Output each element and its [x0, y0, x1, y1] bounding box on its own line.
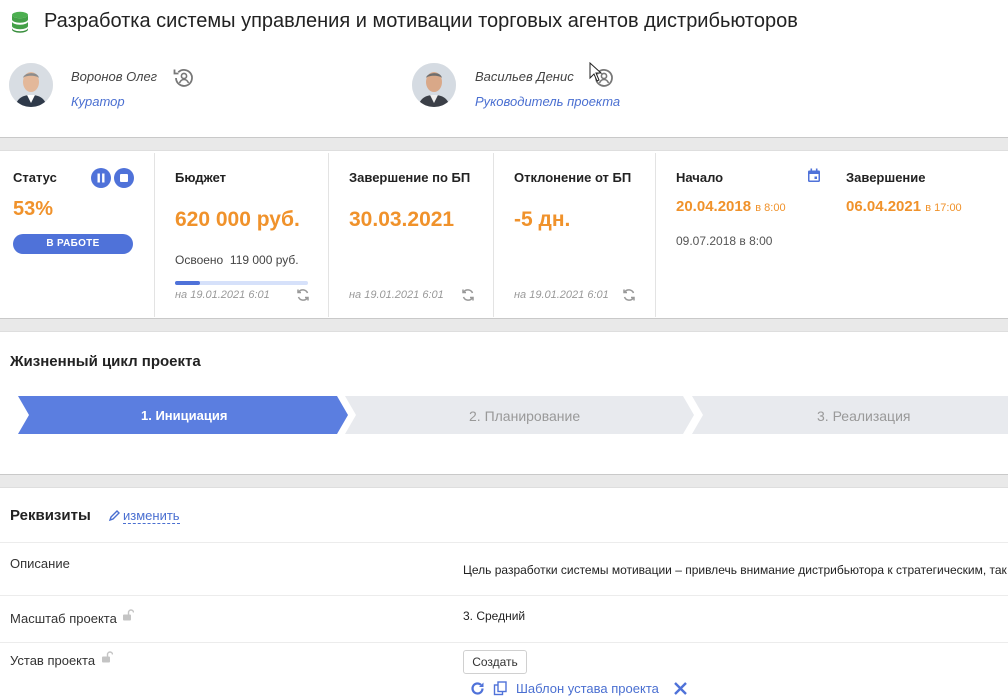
person-role[interactable]: Куратор: [71, 94, 125, 109]
calendar-icon[interactable]: [807, 168, 821, 183]
lifecycle-title: Жизненный цикл проекта: [10, 353, 201, 370]
stop-button[interactable]: [114, 168, 134, 188]
start-secondary: 09.07.2018 в 8:00: [676, 234, 773, 248]
start-value: 20.04.2018 в 8:00: [676, 198, 786, 215]
finish-bp-value: 30.03.2021: [349, 208, 455, 231]
end-date: 06.04.2021: [846, 198, 922, 215]
avatar[interactable]: [9, 63, 53, 107]
refresh-icon[interactable]: [622, 288, 636, 302]
edit-requisites-link[interactable]: изменить: [123, 509, 180, 524]
person-name[interactable]: Васильев Денис: [475, 69, 574, 84]
description-value: Цель разработки системы мотивации – прив…: [463, 563, 1007, 577]
deviation-label: Отклонение от БП: [514, 170, 632, 185]
close-icon[interactable]: [673, 681, 688, 696]
finish-bp-updated: на 19.01.2021 6:01: [349, 289, 444, 301]
stage-label[interactable]: 1. Инициация: [141, 408, 227, 423]
section-separator: [0, 474, 1008, 488]
kpi-divider: [655, 153, 656, 317]
row-divider: [0, 595, 1008, 596]
requisites-title: Реквизиты: [10, 507, 91, 524]
budget-spent-label: Освоено: [175, 253, 224, 267]
page-title: Разработка системы управления и мотиваци…: [44, 10, 798, 32]
section-separator: [0, 137, 1008, 151]
kpi-divider: [154, 153, 155, 317]
stage-label[interactable]: 2. Планирование: [469, 408, 580, 424]
section-separator: [0, 318, 1008, 332]
refresh-icon[interactable]: [296, 288, 310, 302]
person-role[interactable]: Руководитель проекта: [475, 94, 620, 109]
status-label: Статус: [13, 170, 57, 185]
pause-button[interactable]: [91, 168, 111, 188]
lock-icon: [123, 609, 134, 621]
budget-updated: на 19.01.2021 6:01: [175, 289, 270, 301]
deviation-value: -5 дн.: [514, 208, 571, 231]
scale-label: Масштаб проекта: [10, 611, 117, 626]
pencil-icon[interactable]: [108, 509, 121, 522]
budget-label: Бюджет: [175, 170, 226, 185]
start-label: Начало: [676, 170, 724, 185]
cursor-icon: [589, 62, 603, 82]
end-value: 06.04.2021 в 17:00: [846, 198, 962, 215]
kpi-divider: [328, 153, 329, 317]
stop-icon: [120, 174, 128, 182]
start-time: в 8:00: [755, 202, 786, 214]
stage-label[interactable]: 3. Реализация: [817, 408, 910, 424]
budget-spent-value: 119 000 руб.: [229, 253, 299, 267]
user-switch-icon[interactable]: [172, 66, 196, 90]
refresh-icon[interactable]: [470, 681, 485, 696]
charter-template-link[interactable]: Шаблон устава проекта: [516, 681, 659, 696]
avatar[interactable]: [412, 63, 456, 107]
budget-spent: Освоено 119 000 руб.: [175, 253, 299, 267]
start-date: 20.04.2018: [676, 198, 752, 215]
kpi-divider: [493, 153, 494, 317]
budget-progress-fill: [175, 281, 201, 285]
status-percent: 53%: [13, 198, 54, 220]
lock-icon: [102, 651, 113, 663]
description-label: Описание: [10, 556, 70, 571]
end-label: Завершение: [846, 170, 926, 185]
copy-icon[interactable]: [493, 681, 508, 696]
end-time: в 17:00: [925, 202, 962, 214]
scale-value: 3. Средний: [463, 609, 526, 623]
row-divider: [0, 642, 1008, 643]
pause-icon: [97, 173, 105, 183]
charter-label: Устав проекта: [10, 653, 96, 668]
row-divider: [0, 542, 1008, 543]
budget-value: 620 000 руб.: [175, 208, 300, 231]
status-badge[interactable]: В РАБОТЕ: [13, 234, 133, 254]
deviation-updated: на 19.01.2021 6:01: [514, 289, 609, 301]
database-icon: [12, 11, 28, 33]
finish-bp-label: Завершение по БП: [349, 170, 471, 185]
scale-label-text: Масштаб проекта: [10, 611, 117, 626]
person-name[interactable]: Воронов Олег: [71, 69, 157, 84]
create-charter-button[interactable]: Создать: [463, 650, 527, 674]
refresh-icon[interactable]: [461, 288, 475, 302]
budget-progress-bar: [175, 281, 308, 285]
